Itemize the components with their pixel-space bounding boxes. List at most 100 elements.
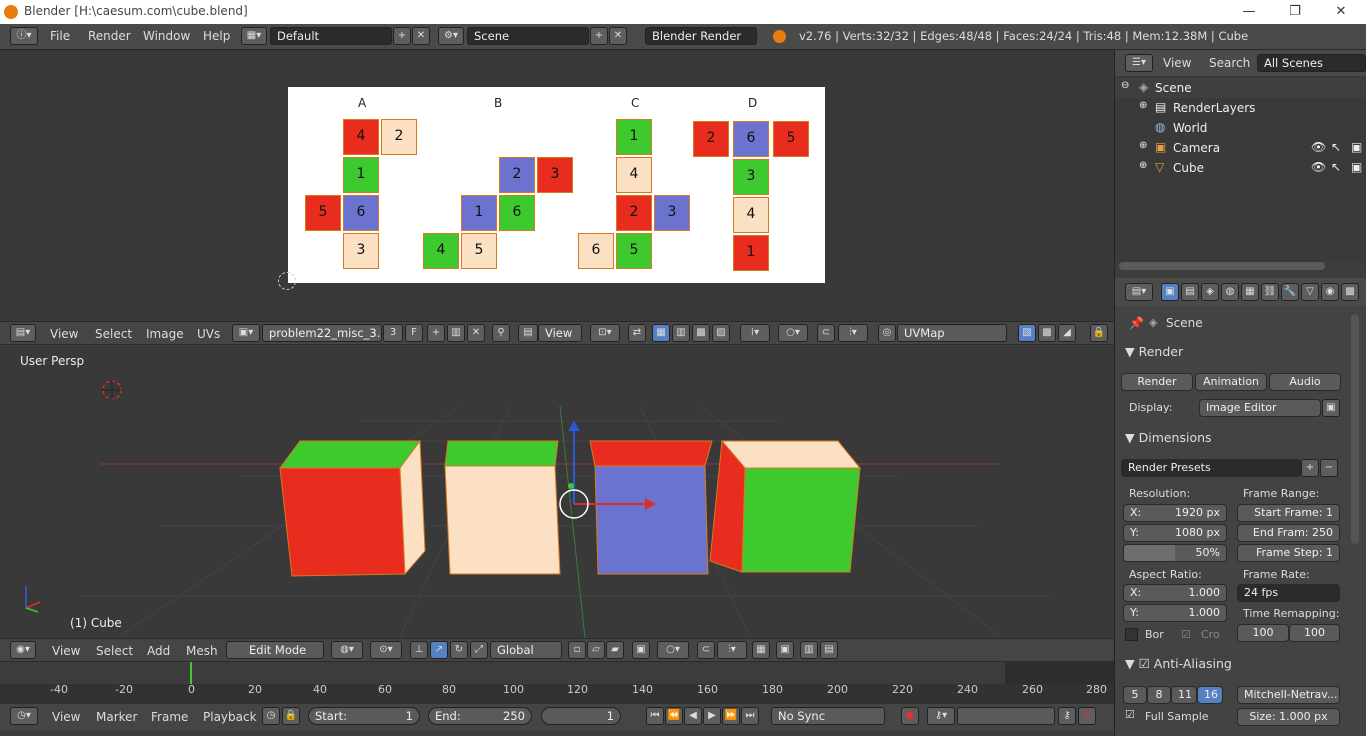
pivot-point-icon[interactable]: ⊙▾ bbox=[370, 641, 402, 659]
add-layout-icon[interactable]: + bbox=[393, 27, 411, 45]
texture-tab-icon[interactable]: ▩ bbox=[1341, 283, 1359, 301]
filter-size-field[interactable]: Size: 1.000 px bbox=[1237, 708, 1340, 726]
data-tab-icon[interactable]: ▽ bbox=[1301, 283, 1319, 301]
keying-set-field[interactable] bbox=[957, 707, 1055, 725]
scene-icon[interactable]: ⚙▾ bbox=[438, 27, 464, 45]
3d-viewport[interactable]: User Persp (1) Cube bbox=[0, 346, 1114, 638]
resolution-percentage-slider[interactable]: 50% bbox=[1123, 544, 1227, 562]
2d-cursor-icon[interactable] bbox=[278, 272, 296, 290]
proportional-edit-icon[interactable]: ○▾ bbox=[778, 324, 808, 342]
info-editor-type-icon[interactable]: ⓘ▾ bbox=[10, 27, 38, 45]
jump-keyframe-forward-icon[interactable]: ⏩ bbox=[722, 707, 740, 725]
sync-mode-select[interactable]: No Sync bbox=[771, 707, 885, 725]
y-gizmo-dot[interactable] bbox=[568, 483, 574, 489]
render-engine-select[interactable]: Blender Render bbox=[645, 27, 757, 45]
jump-keyframe-back-icon[interactable]: ⏪ bbox=[665, 707, 683, 725]
mode-select[interactable]: Edit Mode bbox=[226, 641, 324, 659]
snap-magnet-icon[interactable]: ⊂ bbox=[817, 324, 835, 342]
vertex-select-icon[interactable]: ▦ bbox=[652, 324, 670, 342]
menu-select[interactable]: Select bbox=[95, 327, 132, 341]
image-users-count[interactable]: 3 bbox=[383, 324, 403, 342]
outliner-menu-search[interactable]: Search bbox=[1209, 56, 1250, 70]
outliner-item-camera[interactable]: ⊕ ▣ Camera 👁 ↖ ▣ bbox=[1115, 138, 1366, 158]
render-presets-select[interactable]: Render Presets bbox=[1121, 459, 1301, 477]
expand-icon[interactable]: ⊕ bbox=[1139, 160, 1147, 171]
render-image-icon[interactable]: ▥ bbox=[800, 641, 818, 659]
aspect-x-field[interactable]: X: 1.000 bbox=[1123, 584, 1227, 602]
view-mode-select[interactable]: View bbox=[538, 324, 582, 342]
record-icon[interactable]: ● bbox=[901, 707, 919, 725]
menu-marker[interactable]: Marker bbox=[96, 710, 137, 724]
island-select-icon[interactable]: ▨ bbox=[712, 324, 730, 342]
frame-rate-select[interactable]: 24 fps bbox=[1237, 584, 1340, 602]
menu-playback[interactable]: Playback bbox=[203, 710, 257, 724]
outliner-item-renderlayers[interactable]: ⊕ ▤ RenderLayers bbox=[1115, 98, 1366, 118]
render-section-header[interactable]: ▼ Render bbox=[1125, 344, 1183, 359]
preview-range-icon[interactable]: ◷ bbox=[262, 707, 280, 725]
border-checkbox[interactable] bbox=[1125, 628, 1138, 641]
render-animation-icon[interactable]: ▤ bbox=[820, 641, 838, 659]
render-button[interactable]: Render bbox=[1121, 373, 1193, 391]
start-frame-field[interactable]: Start Frame: 1 bbox=[1237, 504, 1340, 522]
aa-filter-select[interactable]: Mitchell-Netrav... bbox=[1237, 686, 1340, 704]
vertex-mode-icon[interactable]: ▫ bbox=[568, 641, 586, 659]
menu-render[interactable]: Render bbox=[88, 29, 131, 43]
draw-channels-icon[interactable]: ▧ bbox=[1018, 324, 1036, 342]
keying-set-icon[interactable]: ⚷▾ bbox=[927, 707, 955, 725]
opengl-render-icon[interactable]: ▣ bbox=[776, 641, 794, 659]
rotate-manipulator-icon[interactable]: ↻ bbox=[450, 641, 468, 659]
jump-end-icon[interactable]: ⏭ bbox=[741, 707, 759, 725]
jump-start-icon[interactable]: ⏮ bbox=[646, 707, 664, 725]
properties-scrollbar[interactable] bbox=[1351, 314, 1359, 544]
collapse-icon[interactable]: ⊖ bbox=[1121, 80, 1129, 91]
resolution-y-field[interactable]: Y: 1080 px bbox=[1123, 524, 1227, 542]
maximize-button[interactable]: ❐ bbox=[1284, 2, 1306, 22]
cube-3[interactable] bbox=[589, 440, 713, 575]
layer-icon[interactable]: ▦ bbox=[752, 641, 770, 659]
outliner-menu-view[interactable]: View bbox=[1163, 56, 1191, 70]
play-reverse-icon[interactable]: ◀ bbox=[684, 707, 702, 725]
material-tab-icon[interactable]: ◉ bbox=[1321, 283, 1339, 301]
visibility-eye-icon[interactable]: 👁 bbox=[1311, 160, 1326, 174]
outliner-item-world[interactable]: ◍ World bbox=[1115, 118, 1366, 138]
menu-image[interactable]: Image bbox=[146, 327, 184, 341]
menu-help[interactable]: Help bbox=[203, 29, 230, 43]
aa-samples-8[interactable]: 8 bbox=[1147, 686, 1171, 704]
render-tab-icon[interactable]: ▣ bbox=[1161, 283, 1179, 301]
alpha-channel-icon[interactable]: ▩ bbox=[1038, 324, 1056, 342]
menu-file[interactable]: File bbox=[50, 29, 70, 43]
start-frame-field[interactable]: Start: 1 bbox=[308, 707, 420, 725]
renderable-camera-icon[interactable]: ▣ bbox=[1351, 160, 1362, 174]
viewport-shading-icon[interactable]: ◍▾ bbox=[331, 641, 363, 659]
object-tab-icon[interactable]: ▦ bbox=[1241, 283, 1259, 301]
end-frame-field[interactable]: End Fram: 250 bbox=[1237, 524, 1340, 542]
display-select[interactable]: Image Editor bbox=[1199, 399, 1321, 417]
lock-range-icon[interactable]: 🔒 bbox=[282, 707, 300, 725]
lock-icon[interactable]: 🔒 bbox=[1090, 324, 1108, 342]
selectable-cursor-icon[interactable]: ↖ bbox=[1331, 160, 1341, 174]
minimize-button[interactable]: — bbox=[1238, 2, 1260, 22]
snap-icon[interactable]: ⊂ bbox=[697, 641, 715, 659]
cube-4[interactable] bbox=[709, 439, 862, 573]
expand-icon[interactable]: ⊕ bbox=[1139, 140, 1147, 151]
full-sample-checkbox-icon[interactable]: ☑ bbox=[1125, 708, 1135, 721]
fake-user-toggle[interactable]: F bbox=[405, 324, 423, 342]
render-layers-tab-icon[interactable]: ▤ bbox=[1181, 283, 1199, 301]
open-image-icon[interactable]: ▥ bbox=[447, 324, 465, 342]
viewport-menu-mesh[interactable]: Mesh bbox=[186, 644, 218, 658]
delete-keyframe-icon[interactable]: ✕ bbox=[1078, 707, 1096, 725]
add-preset-icon[interactable]: + bbox=[1301, 459, 1319, 477]
play-icon[interactable]: ▶ bbox=[703, 707, 721, 725]
menu-window[interactable]: Window bbox=[143, 29, 190, 43]
add-scene-icon[interactable]: + bbox=[590, 27, 608, 45]
close-button[interactable]: ✕ bbox=[1330, 2, 1352, 22]
viewport-menu-add[interactable]: Add bbox=[147, 644, 170, 658]
viewport-menu-view[interactable]: View bbox=[52, 644, 80, 658]
properties-type-icon[interactable]: ▤▾ bbox=[1125, 283, 1153, 301]
visibility-eye-icon[interactable]: 👁 bbox=[1311, 140, 1326, 154]
cube-2[interactable] bbox=[444, 440, 561, 575]
snap-target-icon[interactable]: ⫶▾ bbox=[717, 641, 747, 659]
edge-select-icon[interactable]: ▥ bbox=[672, 324, 690, 342]
frame-step-field[interactable]: Frame Step: 1 bbox=[1237, 544, 1340, 562]
manipulator-toggle-icon[interactable]: ⊥ bbox=[410, 641, 428, 659]
